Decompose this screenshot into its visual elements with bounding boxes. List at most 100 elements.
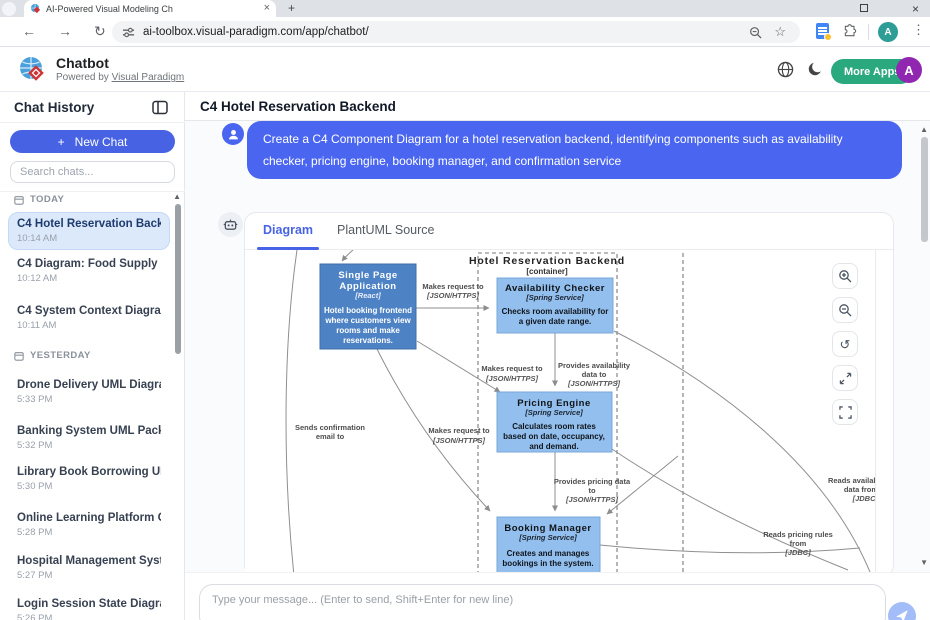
window-maximize-button[interactable] (860, 2, 868, 15)
chat-item-time: 5:27 PM (17, 570, 161, 581)
tab-close-icon[interactable]: × (264, 3, 270, 14)
diagram-canvas[interactable]: Hotel Reservation Backend [container] (245, 250, 876, 572)
node-tech: [React] (354, 291, 381, 300)
message-input[interactable] (199, 584, 886, 620)
browser-tab-active[interactable]: AI-Powered Visual Modeling Ch × (24, 0, 276, 17)
node-booking-manager[interactable]: Booking Manager [Spring Service] Creates… (497, 517, 600, 572)
edge-label: [JSON/HTTPS] (567, 379, 621, 388)
sidebar-collapse-icon[interactable] (152, 100, 168, 115)
edge-label: [JSON/HTTPS] (565, 495, 619, 504)
chat-item[interactable]: Login Session State Diagram 5:26 PM (8, 592, 170, 620)
chat-item-time: 5:33 PM (17, 394, 161, 405)
tab-diagram[interactable]: Diagram (263, 223, 313, 237)
new-chat-label: New Chat (75, 135, 128, 149)
send-button[interactable] (888, 602, 916, 620)
main-scrollbar-down[interactable]: ▼ (920, 558, 928, 567)
site-info-icon[interactable] (122, 26, 135, 39)
extensions-puzzle-icon[interactable] (842, 23, 858, 39)
node-desc: Creates and manages (507, 549, 590, 558)
node-availability-checker[interactable]: Availability Checker [Spring Service] Ch… (497, 278, 613, 333)
sidebar-title: Chat History (14, 100, 94, 115)
zoom-out-button[interactable] (832, 297, 858, 323)
back-button[interactable]: ← (22, 23, 36, 39)
chat-item-title: Banking System UML Packag... (17, 425, 161, 437)
search-chats-input[interactable] (10, 161, 175, 183)
chat-item[interactable]: Banking System UML Packag... 5:32 PM (8, 419, 170, 457)
url-text[interactable]: ai-toolbox.visual-paradigm.com/app/chatb… (143, 26, 369, 38)
language-globe-icon[interactable] (777, 61, 794, 78)
fit-expand-button[interactable] (832, 365, 858, 391)
chat-item-title: Hospital Management Syste... (17, 555, 161, 567)
edge-label: Provides pricing data (554, 477, 631, 486)
app-header: Chatbot Powered by Visual Paradigm More … (0, 47, 930, 92)
edge-label: data from (844, 485, 876, 494)
sidebar-scrollbar-thumb[interactable] (175, 204, 181, 354)
edge-label: from (790, 539, 807, 548)
page-zoom-icon[interactable] (749, 26, 762, 39)
docs-extension-icon[interactable] (816, 23, 829, 39)
fullscreen-button[interactable] (832, 399, 858, 425)
new-chat-button[interactable]: + New Chat (10, 130, 175, 153)
node-tech: [Spring Service] (518, 533, 577, 542)
node-pricing-engine[interactable]: Pricing Engine [Spring Service] Calculat… (497, 392, 612, 452)
browser-menu-icon[interactable]: ⋮ (912, 22, 925, 38)
chat-item-title: C4 System Context Diagram (17, 305, 161, 317)
chat-item-time: 10:11 AM (17, 320, 161, 331)
edge-label: Makes request to (422, 282, 484, 291)
node-desc: bookings in the system. (502, 559, 593, 568)
sidebar-scrollbar-up[interactable]: ▲ (173, 192, 181, 201)
chat-item-active[interactable]: C4 Hotel Reservation Backend 10:14 AM (8, 212, 170, 250)
edge-label: email to (316, 432, 345, 441)
bookmark-star-icon[interactable]: ☆ (774, 24, 786, 40)
edge-label: [JSON/HTTPS] (432, 436, 486, 445)
node-single-page-application[interactable]: Single Page Application [React] Hotel bo… (320, 264, 416, 349)
reset-view-button[interactable]: ↺ (832, 331, 858, 357)
c4-component-diagram: Hotel Reservation Backend [container] (245, 250, 876, 572)
chat-item[interactable]: Hospital Management Syste... 5:27 PM (8, 549, 170, 587)
tab-search-icon[interactable] (2, 2, 16, 16)
node-desc: reservations. (343, 336, 393, 345)
node-desc: where customers view (324, 316, 411, 325)
chat-area: Create a C4 Component Diagram for a hote… (185, 121, 930, 572)
main-scrollbar-thumb[interactable] (921, 137, 928, 242)
chat-item[interactable]: Library Book Borrowing UML 5:30 PM (8, 460, 170, 498)
chat-item[interactable]: Online Learning Platform Co... 5:28 PM (8, 506, 170, 544)
chat-item-time: 10:12 AM (17, 273, 161, 284)
chat-item-title: Drone Delivery UML Diagram (17, 379, 161, 391)
favicon-visual-paradigm-icon (30, 3, 41, 14)
edge-label: Makes request to (428, 426, 490, 435)
dark-mode-moon-icon[interactable] (807, 61, 823, 77)
chat-item[interactable]: C4 Diagram: Food Supply Ch... 10:12 AM (8, 252, 170, 290)
user-avatar-header[interactable]: A (896, 57, 922, 83)
main-scrollbar-up[interactable]: ▲ (920, 125, 928, 134)
url-bar[interactable]: ai-toolbox.visual-paradigm.com/app/chatb… (112, 21, 800, 43)
node-tech: [Spring Service] (525, 293, 584, 302)
forward-button[interactable]: → (58, 23, 72, 39)
chat-item-title: C4 Hotel Reservation Backend (17, 218, 161, 230)
tab-plantuml-source[interactable]: PlantUML Source (337, 223, 435, 237)
chat-item-title: Login Session State Diagram (17, 598, 161, 610)
node-title: Single Page (338, 270, 397, 281)
tab-title: AI-Powered Visual Modeling Ch (46, 4, 173, 14)
edge-label: Provides availability (558, 361, 631, 370)
edge-label: Reads availab (828, 476, 876, 485)
zoom-in-button[interactable] (832, 263, 858, 289)
chat-item[interactable]: Drone Delivery UML Diagram 5:33 PM (8, 373, 170, 411)
window-close-button[interactable]: × (912, 2, 919, 16)
node-desc: and demand. (529, 442, 578, 451)
node-desc: Hotel booking frontend (324, 306, 412, 315)
new-tab-button[interactable]: + (288, 1, 295, 15)
paper-plane-icon (895, 609, 909, 620)
calendar-icon (14, 351, 24, 361)
node-desc: based on date, occupancy, (503, 432, 605, 441)
browser-tabstrip: AI-Powered Visual Modeling Ch × + × (0, 0, 930, 17)
node-desc: Calculates room rates (512, 422, 596, 431)
visual-paradigm-link[interactable]: Visual Paradigm (112, 72, 185, 83)
chat-item[interactable]: C4 System Context Diagram 10:11 AM (8, 299, 170, 337)
section-label: TODAY (30, 194, 64, 205)
chat-item-time: 5:26 PM (17, 613, 161, 620)
reload-button[interactable]: ↻ (94, 23, 106, 40)
section-label: YESTERDAY (30, 350, 91, 361)
edge-label: Makes request to (481, 364, 543, 373)
browser-profile-avatar[interactable]: A (878, 22, 898, 42)
